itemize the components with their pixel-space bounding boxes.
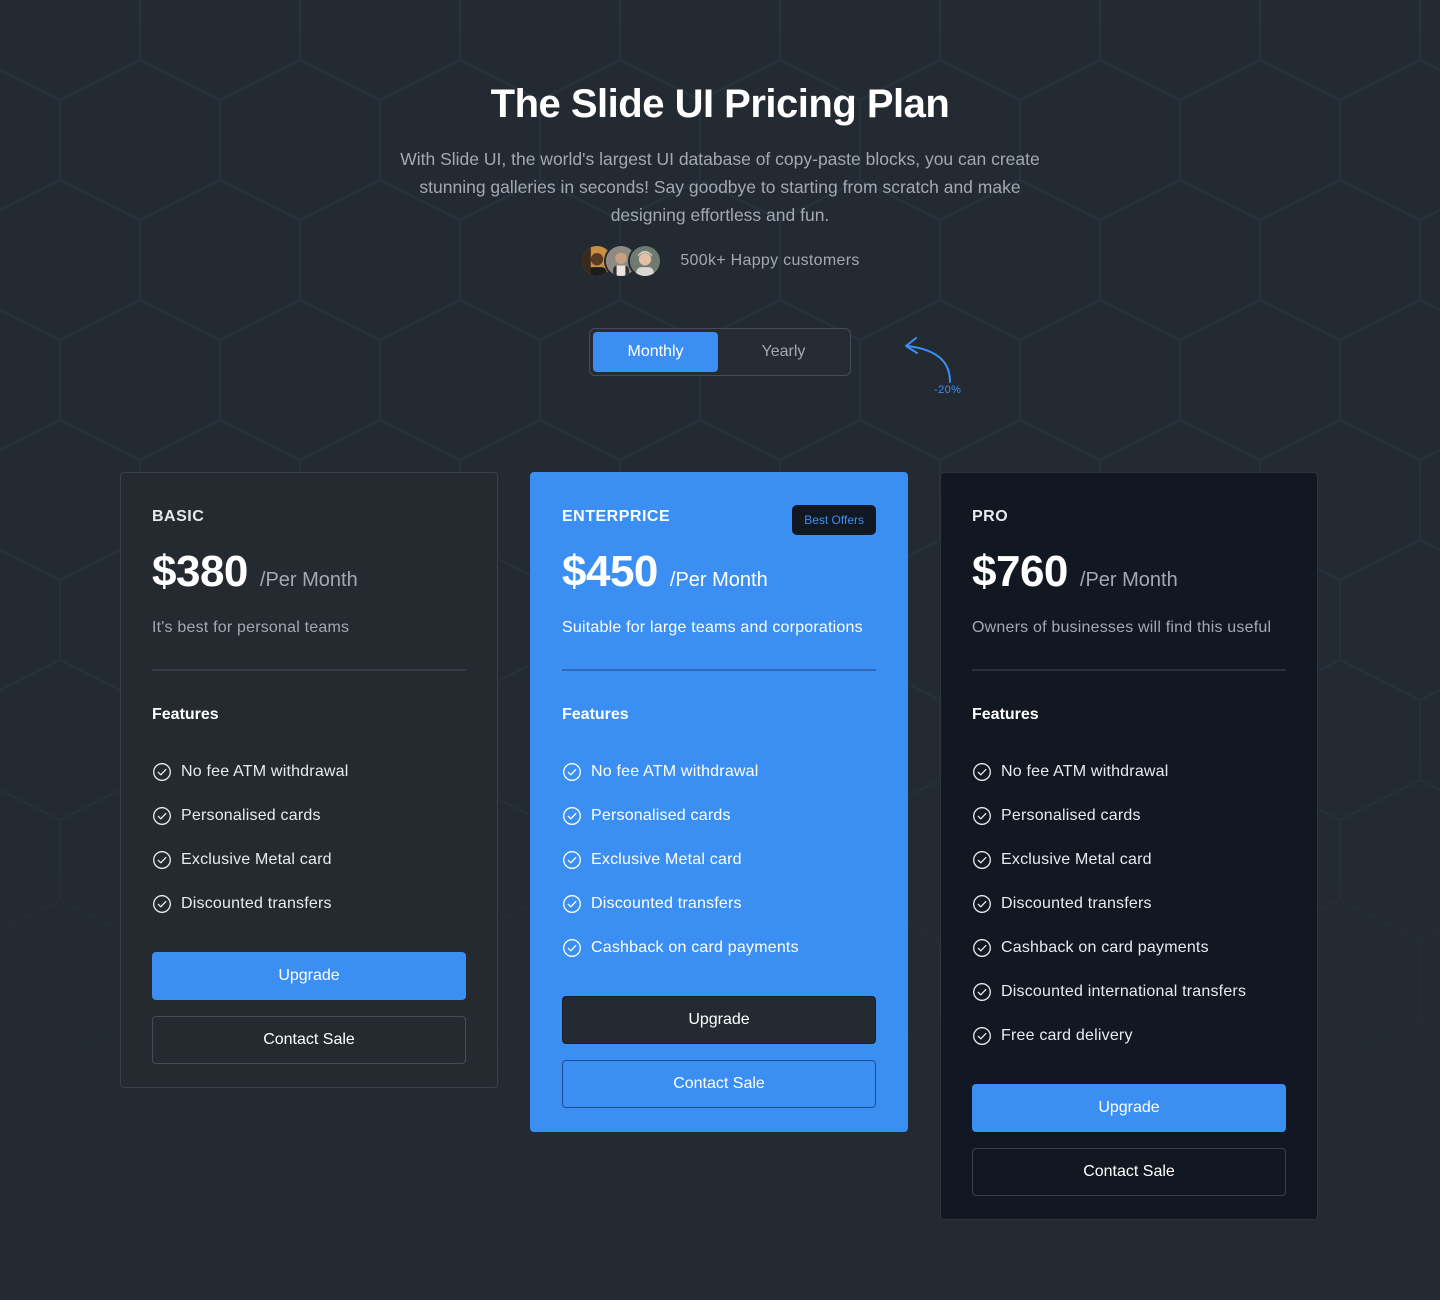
check-circle-icon	[152, 894, 172, 914]
feature-label: No fee ATM withdrawal	[1001, 763, 1169, 780]
upgrade-button[interactable]: Upgrade	[562, 996, 876, 1044]
hero-description: With Slide UI, the world's largest UI da…	[400, 149, 1040, 225]
feature-list: No fee ATM withdrawal Personalised cards E…	[152, 750, 466, 926]
feature-label: Cashback on card payments	[591, 939, 799, 956]
feature-label: Discounted international transfers	[1001, 983, 1247, 1000]
upgrade-button[interactable]: Upgrade	[152, 952, 466, 1000]
yearly-discount-label: -20%	[934, 384, 962, 396]
check-circle-icon	[972, 1026, 992, 1046]
feature-label: Discounted transfers	[1001, 895, 1152, 912]
customers-count-text: 500k+ Happy customers	[680, 252, 860, 269]
check-circle-icon	[972, 762, 992, 782]
best-offers-badge: Best Offers	[792, 505, 876, 535]
feature-label: Personalised cards	[1001, 807, 1141, 824]
feature-label: Cashback on card payments	[1001, 939, 1209, 956]
divider	[562, 669, 876, 671]
contact-sale-button[interactable]: Contact Sale	[562, 1060, 876, 1108]
feature-label: Discounted transfers	[181, 895, 332, 912]
price-row: $380 /Per Month	[152, 547, 466, 599]
plan-header: PRO	[972, 505, 1286, 529]
plan-period: /Per Month	[1079, 569, 1178, 591]
plan-price: $450	[562, 547, 658, 596]
avatar-group	[580, 244, 663, 278]
feature-list: No fee ATM withdrawal Personalised cards E…	[562, 750, 876, 970]
feature-item: No fee ATM withdrawal	[152, 750, 466, 794]
plan-description: Owners of businesses will find this usef…	[972, 619, 1272, 636]
feature-item: Discounted transfers	[562, 882, 876, 926]
feature-item: Discounted transfers	[152, 882, 466, 926]
contact-sale-button[interactable]: Contact Sale	[152, 1016, 466, 1064]
feature-label: Discounted transfers	[591, 895, 742, 912]
check-circle-icon	[972, 850, 992, 870]
contact-sale-button[interactable]: Contact Sale	[972, 1148, 1286, 1196]
feature-item: No fee ATM withdrawal	[562, 750, 876, 794]
feature-label: No fee ATM withdrawal	[591, 763, 759, 780]
enterprise-plan-card: ENTERPRICE Best Offers $450 /Per Month S…	[530, 472, 908, 1132]
avatar	[628, 244, 663, 278]
feature-item: Discounted international transfers	[972, 970, 1286, 1014]
pricing-page: The Slide UI Pricing Plan With Slide UI,…	[0, 0, 1440, 1300]
monthly-toggle-button[interactable]: Monthly	[593, 332, 718, 372]
feature-item: Discounted transfers	[972, 882, 1286, 926]
basic-plan-card: BASIC $380 /Per Month It's best for pers…	[120, 472, 498, 1088]
divider	[152, 669, 466, 671]
social-proof: 500k+ Happy customers	[0, 244, 1440, 278]
check-circle-icon	[562, 762, 582, 782]
yearly-toggle-button[interactable]: Yearly	[720, 332, 847, 372]
feature-label: Exclusive Metal card	[591, 851, 742, 868]
plan-header: BASIC	[152, 505, 466, 529]
price-row: $760 /Per Month	[972, 547, 1286, 599]
plan-name: ENTERPRICE	[562, 508, 671, 525]
feature-list: No fee ATM withdrawal Personalised cards E…	[972, 750, 1286, 1058]
plan-description: It's best for personal teams	[152, 619, 350, 636]
feature-label: No fee ATM withdrawal	[181, 763, 349, 780]
feature-label: Exclusive Metal card	[181, 851, 332, 868]
check-circle-icon	[152, 762, 172, 782]
pro-plan-card: PRO $760 /Per Month Owners of businesses…	[940, 472, 1318, 1220]
feature-label: Personalised cards	[591, 807, 731, 824]
check-circle-icon	[562, 938, 582, 958]
plan-description: Suitable for large teams and corporation…	[562, 619, 863, 636]
feature-item: Free card delivery	[972, 1014, 1286, 1058]
feature-item: Personalised cards	[562, 794, 876, 838]
check-circle-icon	[972, 894, 992, 914]
check-circle-icon	[562, 850, 582, 870]
plan-price: $760	[972, 547, 1068, 596]
feature-label: Personalised cards	[181, 807, 321, 824]
check-circle-icon	[972, 982, 992, 1002]
feature-label: Exclusive Metal card	[1001, 851, 1152, 868]
feature-item: Exclusive Metal card	[562, 838, 876, 882]
features-heading: Features	[152, 706, 219, 723]
price-row: $450 /Per Month	[562, 547, 876, 599]
curved-arrow-icon	[905, 337, 951, 383]
page-title: The Slide UI Pricing Plan	[490, 82, 950, 126]
feature-item: Personalised cards	[972, 794, 1286, 838]
plan-name: PRO	[972, 508, 1009, 525]
plan-period: /Per Month	[669, 569, 768, 591]
check-circle-icon	[562, 894, 582, 914]
feature-item: Exclusive Metal card	[972, 838, 1286, 882]
upgrade-button[interactable]: Upgrade	[972, 1084, 1286, 1132]
plan-header: ENTERPRICE Best Offers	[562, 505, 876, 535]
divider	[972, 669, 1286, 671]
check-circle-icon	[152, 806, 172, 826]
features-heading: Features	[562, 706, 629, 723]
check-circle-icon	[972, 806, 992, 826]
feature-item: Exclusive Metal card	[152, 838, 466, 882]
feature-label: Free card delivery	[1001, 1027, 1133, 1044]
plan-price: $380	[152, 547, 248, 596]
feature-item: Cashback on card payments	[972, 926, 1286, 970]
feature-item: No fee ATM withdrawal	[972, 750, 1286, 794]
plan-period: /Per Month	[259, 569, 358, 591]
billing-period-toggle[interactable]: Monthly Yearly	[589, 328, 851, 376]
feature-item: Cashback on card payments	[562, 926, 876, 970]
feature-item: Personalised cards	[152, 794, 466, 838]
check-circle-icon	[972, 938, 992, 958]
check-circle-icon	[152, 850, 172, 870]
plan-name: BASIC	[152, 508, 205, 525]
check-circle-icon	[562, 806, 582, 826]
features-heading: Features	[972, 706, 1039, 723]
